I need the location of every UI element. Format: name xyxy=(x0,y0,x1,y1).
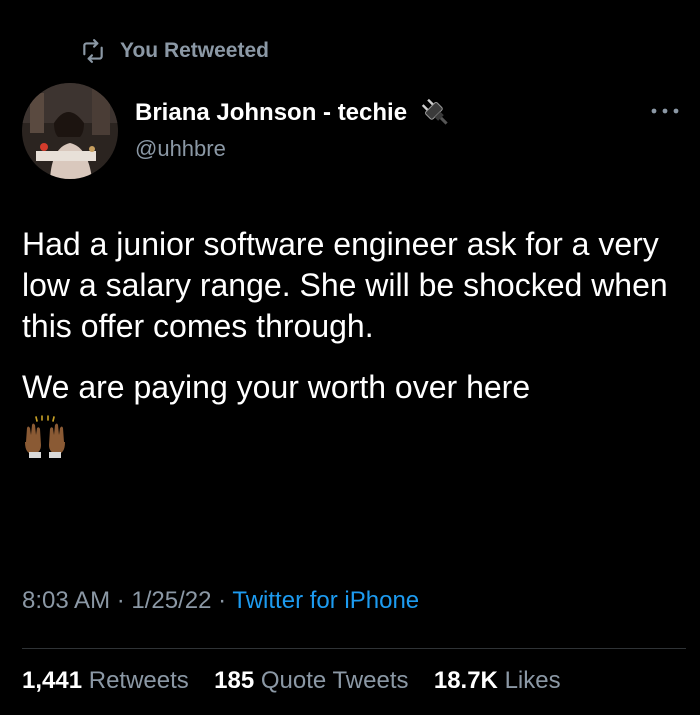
tweet-date[interactable]: 1/25/22 xyxy=(131,587,211,614)
author-name-row[interactable]: Briana Johnson - techie xyxy=(135,96,453,130)
retweets-stat[interactable]: 1,441 Retweets xyxy=(22,667,195,694)
quote-tweets-count: 185 xyxy=(214,667,255,694)
tweet-paragraph-2: We are paying your worth over here xyxy=(22,369,531,405)
raising-hands-emoji-icon xyxy=(25,415,65,458)
tweet-time[interactable]: 8:03 AM xyxy=(22,587,110,614)
tweet-source-link[interactable]: Twitter for iPhone xyxy=(232,587,419,614)
retweet-icon xyxy=(83,39,103,63)
avatar[interactable] xyxy=(22,83,118,179)
profile-photo xyxy=(22,83,118,179)
likes-stat[interactable]: 18.7K Likes xyxy=(434,667,561,694)
divider xyxy=(22,648,686,649)
retweet-context: You Retweeted xyxy=(80,36,269,66)
meta-separator: · xyxy=(116,587,125,614)
more-options-icon[interactable] xyxy=(650,104,680,118)
retweets-label: Retweets xyxy=(88,667,189,694)
tweet-text: Had a junior software engineer ask for a… xyxy=(22,224,682,460)
quote-tweets-stat[interactable]: 185 Quote Tweets xyxy=(214,667,415,694)
tweet-meta: 8:03 AM · 1/25/22 · Twitter for iPhone xyxy=(22,587,419,615)
meta-separator: · xyxy=(218,587,227,614)
retweet-context-label: You Retweeted xyxy=(120,39,269,62)
electric-plug-emoji-icon xyxy=(421,98,448,125)
likes-label: Likes xyxy=(504,667,561,694)
likes-count: 18.7K xyxy=(433,667,498,694)
quote-tweets-label: Quote Tweets xyxy=(260,667,409,694)
tweet-stats: 1,441 Retweets 185 Quote Tweets 18.7K Li… xyxy=(22,667,561,695)
retweets-count: 1,441 xyxy=(22,667,83,694)
author-handle[interactable]: @uhhbre xyxy=(135,136,226,162)
tweet-paragraph-1: Had a junior software engineer ask for a… xyxy=(22,226,668,344)
author-display-name[interactable]: Briana Johnson - techie xyxy=(135,99,407,127)
